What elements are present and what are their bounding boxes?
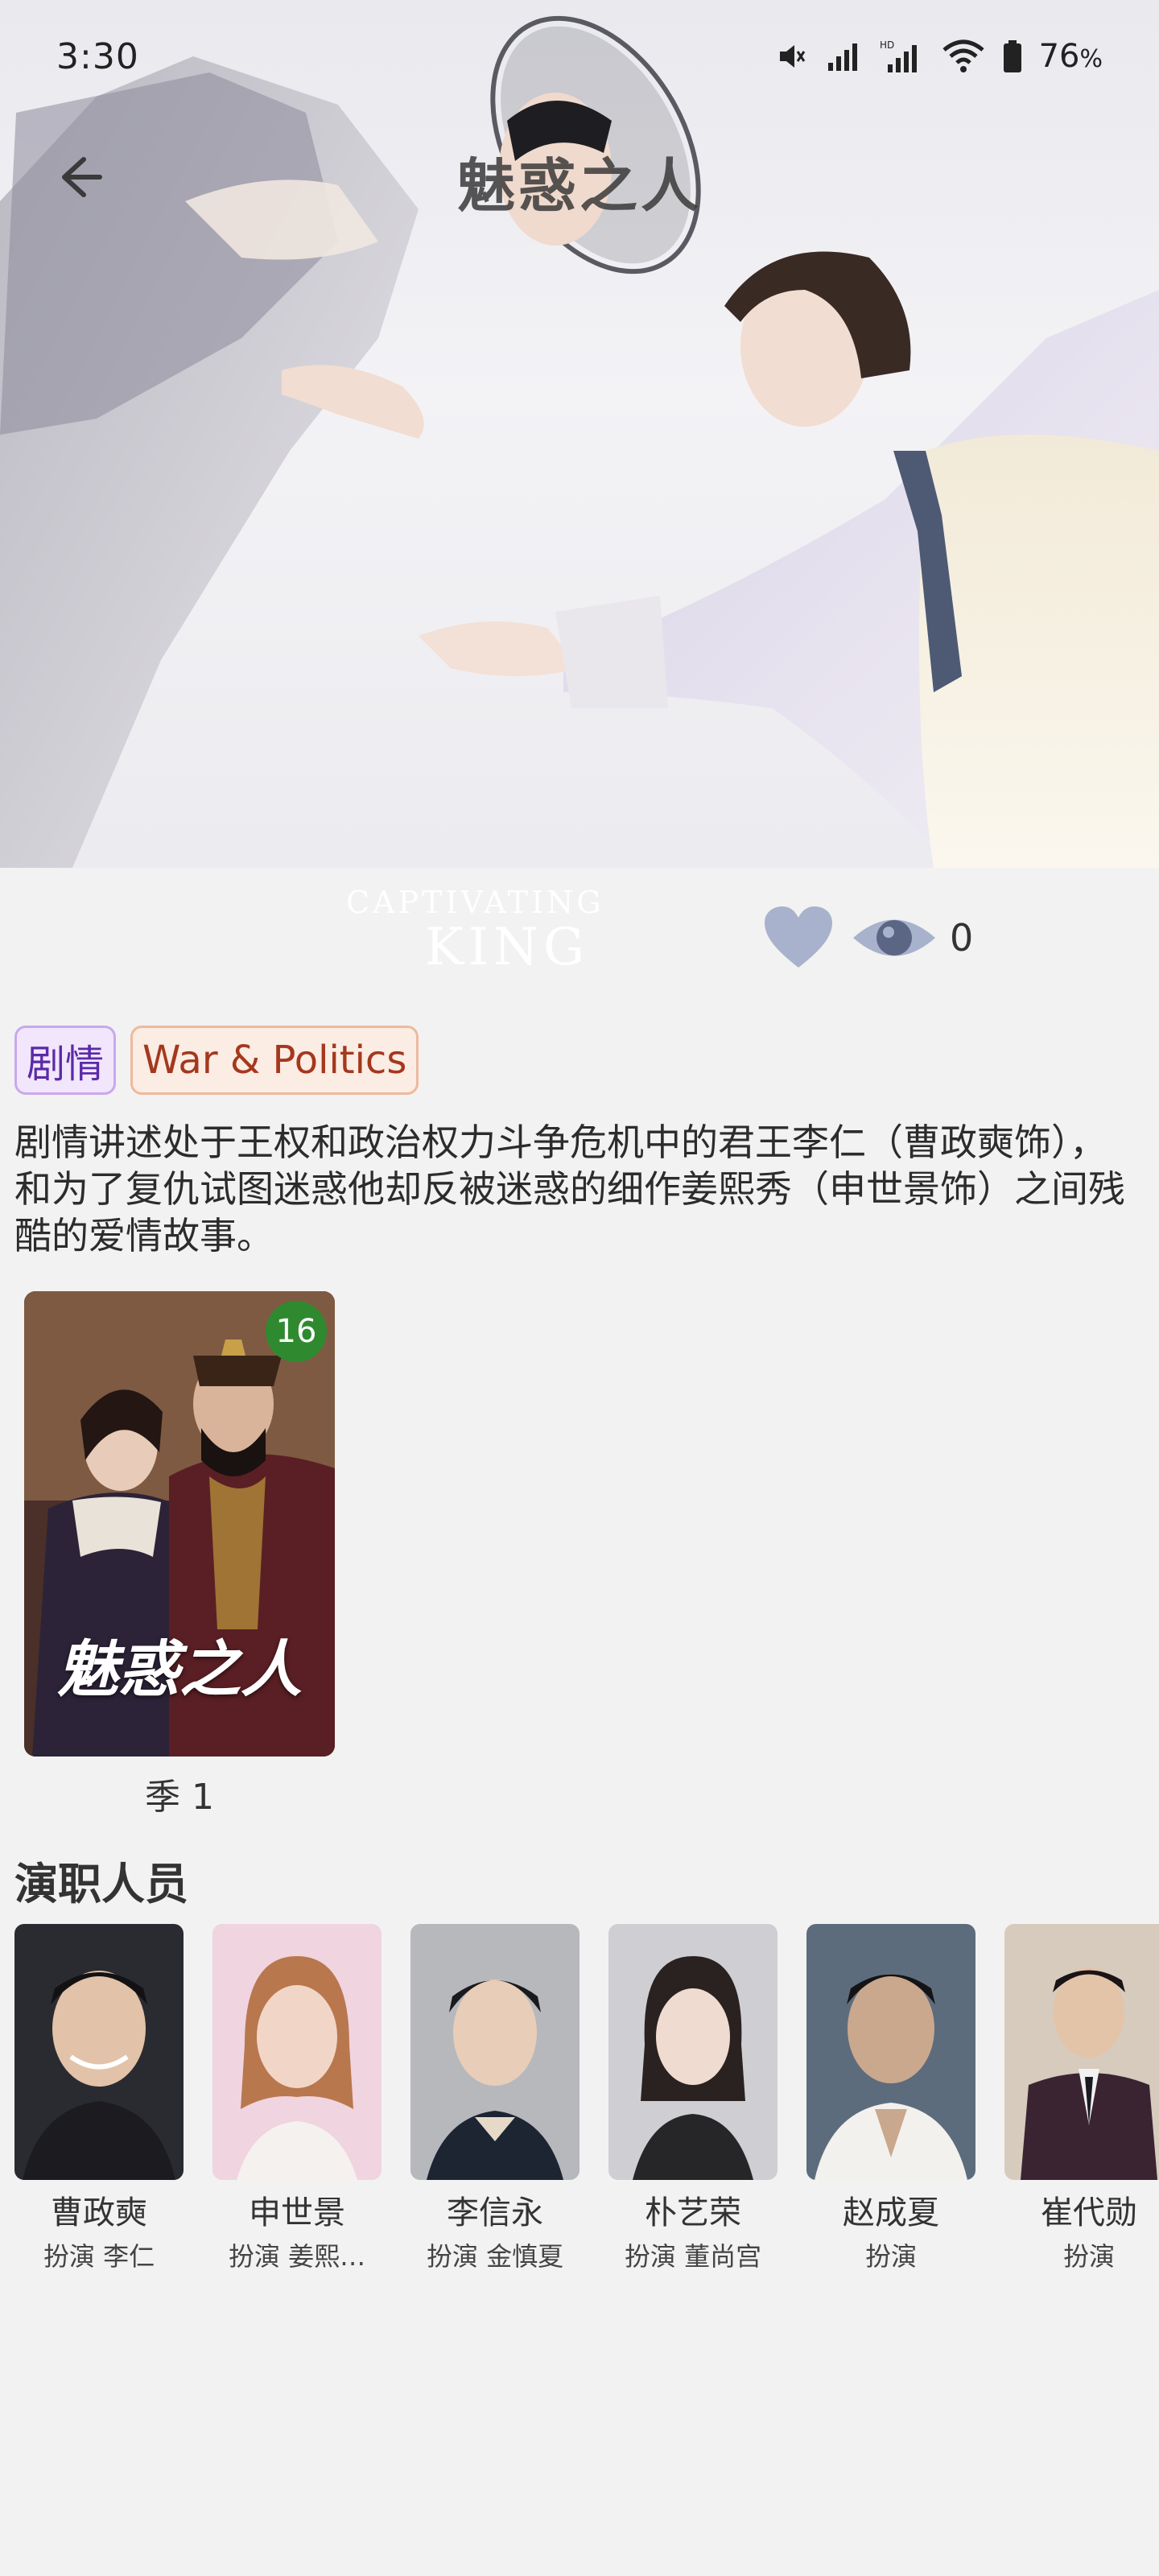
season-card[interactable]: 16 魅惑之人 bbox=[24, 1291, 335, 1757]
cast-role: 扮演 董尚宫 bbox=[624, 2241, 762, 2272]
cast-name: 赵成夏 bbox=[843, 2194, 939, 2231]
cast-name: 李信永 bbox=[447, 2194, 543, 2231]
status-time: 3:30 bbox=[56, 35, 139, 77]
wifi-icon bbox=[941, 39, 986, 74]
cast-photo bbox=[410, 1924, 580, 2180]
cast-role: 扮演 bbox=[864, 2241, 917, 2272]
cast-photo bbox=[806, 1924, 975, 2180]
genre-tags: 剧情 War & Politics bbox=[14, 1026, 419, 1095]
status-bar: 3:30 HD 76% bbox=[0, 0, 1159, 113]
episode-count-badge: 16 bbox=[266, 1301, 327, 1362]
cast-heading: 演职人员 bbox=[14, 1859, 188, 1909]
tag-drama[interactable]: 剧情 bbox=[14, 1026, 117, 1095]
cast-name: 崔代勋 bbox=[1041, 2194, 1137, 2231]
hd-signal-icon: HD bbox=[880, 39, 925, 74]
cast-member[interactable]: 崔代勋 扮演 bbox=[1004, 1924, 1159, 2278]
tag-war-politics[interactable]: War & Politics bbox=[130, 1026, 419, 1095]
page-title: 魅惑之人 bbox=[456, 152, 702, 220]
cast-name: 申世景 bbox=[249, 2194, 345, 2231]
cast-role: 扮演 金慎夏 bbox=[426, 2241, 564, 2272]
cast-list[interactable]: 曹政奭 扮演 李仁 申世景 扮演 姜熙… 李信永 扮演 金慎夏 朴艺荣 扮演 董… bbox=[14, 1924, 1159, 2278]
show-logo: CAPTIVATING KING bbox=[346, 885, 604, 982]
season-label[interactable]: 季 1 bbox=[24, 1768, 335, 1819]
cast-photo bbox=[608, 1924, 777, 2180]
cast-member[interactable]: 申世景 扮演 姜熙… bbox=[212, 1924, 382, 2278]
cast-member[interactable]: 李信永 扮演 金慎夏 bbox=[410, 1924, 580, 2278]
battery-level: 76% bbox=[1038, 38, 1103, 75]
cast-member[interactable]: 曹政奭 扮演 李仁 bbox=[14, 1924, 184, 2278]
favorite-button[interactable] bbox=[760, 902, 837, 974]
cast-role: 扮演 bbox=[1062, 2241, 1115, 2272]
cast-member[interactable]: 赵成夏 扮演 bbox=[806, 1924, 975, 2278]
cast-role: 扮演 姜熙… bbox=[228, 2241, 366, 2272]
eye-icon bbox=[850, 919, 938, 977]
cast-role: 扮演 李仁 bbox=[43, 2241, 155, 2272]
views-button[interactable] bbox=[850, 902, 938, 974]
cast-photo bbox=[14, 1924, 184, 2180]
cast-name: 曹政奭 bbox=[51, 2194, 147, 2231]
season-poster-title: 魅惑之人 bbox=[57, 1633, 302, 1705]
hero-backdrop: 3:30 HD 76% 魅惑之人 bbox=[0, 0, 1159, 868]
view-count: 0 bbox=[950, 916, 974, 960]
battery-icon bbox=[1002, 39, 1023, 74]
synopsis: 剧情讲述处于王权和政治权力斗争危机中的君王李仁（曹政奭饰），和为了复仇试图迷惑他… bbox=[14, 1121, 1125, 1257]
cast-member[interactable]: 朴艺荣 扮演 董尚宫 bbox=[608, 1924, 777, 2278]
logo-line-1: CAPTIVATING bbox=[346, 885, 604, 920]
cast-photo bbox=[1004, 1924, 1159, 2180]
heart-icon bbox=[760, 906, 837, 977]
mute-icon bbox=[777, 40, 809, 72]
cast-photo bbox=[212, 1924, 382, 2180]
top-app-bar: 魅惑之人 bbox=[0, 129, 1159, 225]
status-icons: HD 76% bbox=[777, 38, 1103, 75]
cast-name: 朴艺荣 bbox=[645, 2194, 741, 2231]
svg-text:HD: HD bbox=[880, 39, 894, 51]
signal-icon bbox=[825, 40, 864, 72]
logo-line-2: KING bbox=[424, 918, 590, 977]
